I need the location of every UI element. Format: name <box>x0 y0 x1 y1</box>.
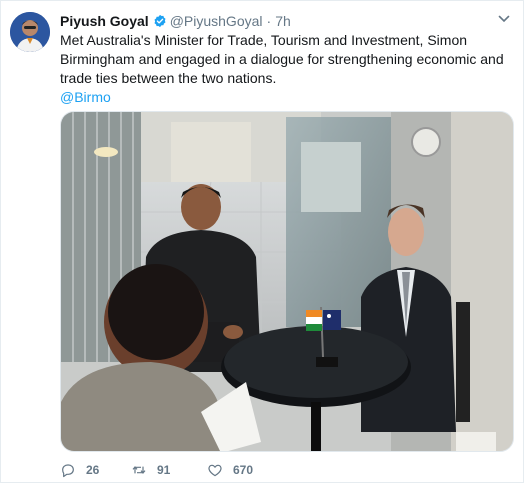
heart-icon <box>208 464 222 477</box>
meeting-photo <box>61 112 513 451</box>
reply-count: 26 <box>86 463 100 477</box>
tweet-body: Met Australia's Minister for Trade, Tour… <box>60 32 504 86</box>
avatar-image <box>10 12 50 52</box>
tweet-actions: 26 91 670 <box>60 462 287 478</box>
timestamp[interactable]: 7h <box>275 12 291 30</box>
tweet-card[interactable]: Piyush Goyal @PiyushGoyal · 7h Met Austr… <box>0 0 524 483</box>
retweet-count: 91 <box>157 463 171 477</box>
author-name[interactable]: Piyush Goyal <box>60 12 149 30</box>
retweet-arrows-icon <box>132 466 146 474</box>
mention-link[interactable]: @Birmo <box>60 88 505 107</box>
reply-button[interactable]: 26 <box>60 462 131 478</box>
like-button[interactable]: 670 <box>207 462 287 478</box>
tweet-photo[interactable] <box>60 111 514 452</box>
comment-bubble-icon <box>62 464 74 478</box>
tweet-header: Piyush Goyal @PiyushGoyal · 7h <box>60 12 511 30</box>
tweet-text: Met Australia's Minister for Trade, Tour… <box>60 31 505 107</box>
verified-badge-icon <box>154 14 166 28</box>
avatar[interactable] <box>10 12 50 52</box>
like-count: 670 <box>233 463 254 477</box>
retweet-button[interactable]: 91 <box>131 462 207 478</box>
chevron-down-icon[interactable] <box>497 12 511 26</box>
separator-dot: · <box>266 13 272 29</box>
author-handle[interactable]: @PiyushGoyal <box>170 12 263 30</box>
tweet-content: Piyush Goyal @PiyushGoyal · 7h Met Austr… <box>60 12 511 107</box>
